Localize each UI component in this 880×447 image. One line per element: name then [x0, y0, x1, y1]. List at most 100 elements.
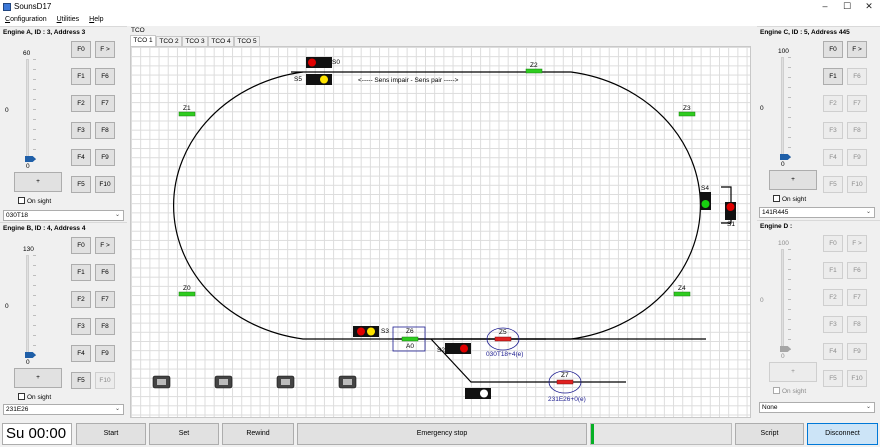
- tab-tco-4[interactable]: TCO 4: [208, 36, 234, 46]
- engine-a-fbutton[interactable]: F4: [71, 149, 91, 166]
- engine-d-select[interactable]: None ⌄: [759, 402, 875, 413]
- engine-a-fbutton[interactable]: F5: [71, 176, 91, 193]
- engine-d-fbutton[interactable]: F3: [823, 316, 843, 333]
- engine-b-fbutton[interactable]: F10: [95, 372, 115, 389]
- engine-c-fbutton[interactable]: F1: [823, 68, 843, 85]
- disconnect-button[interactable]: Disconnect: [807, 423, 878, 445]
- tab-tco-1[interactable]: TCO 1: [130, 35, 156, 46]
- engine-b-fbutton[interactable]: F6: [95, 264, 115, 281]
- tab-tco-5[interactable]: TCO 5: [234, 36, 260, 46]
- engine-b-fbutton[interactable]: F8: [95, 318, 115, 335]
- engine-b-fbutton[interactable]: F2: [71, 291, 91, 308]
- engine-c-fbutton[interactable]: F6: [847, 68, 867, 85]
- engine-d-fbutton[interactable]: F >: [847, 235, 867, 252]
- engine-icon: [152, 375, 357, 389]
- engine-c-fbutton[interactable]: F0: [823, 41, 843, 58]
- engine-c-fbutton[interactable]: F10: [847, 176, 867, 193]
- engine-b-slider-thumb[interactable]: [25, 352, 36, 358]
- engine-c-fbutton[interactable]: F4: [823, 149, 843, 166]
- rewind-button[interactable]: Rewind: [222, 423, 294, 445]
- engine-a-fbutton[interactable]: F1: [71, 68, 91, 85]
- engine-b-fbutton[interactable]: F3: [71, 318, 91, 335]
- engine-b-onsight-checkbox[interactable]: On sight: [18, 393, 51, 401]
- engine-a-fbutton[interactable]: F0: [71, 41, 91, 58]
- slider-tick: [33, 59, 36, 60]
- window-title: SounsD17: [14, 2, 52, 11]
- engine-a-set-button[interactable]: +: [14, 172, 62, 192]
- engine-d-fbutton[interactable]: F6: [847, 262, 867, 279]
- engine-a-fbutton[interactable]: F2: [71, 95, 91, 112]
- engine-c-fbutton[interactable]: F >: [847, 41, 867, 58]
- engine-a-fbutton[interactable]: F7: [95, 95, 115, 112]
- zone-z1-block: [178, 111, 196, 117]
- engine-a-fbutton[interactable]: F6: [95, 68, 115, 85]
- engine-d-fbutton[interactable]: F2: [823, 289, 843, 306]
- engine-a-onsight-checkbox[interactable]: On sight: [18, 197, 51, 205]
- emergency-stop-button[interactable]: Emergency stop: [297, 423, 587, 445]
- engine-c-select[interactable]: 141R445 ⌄: [759, 207, 875, 218]
- close-button[interactable]: ✕: [858, 0, 880, 14]
- engine-d-fbutton[interactable]: F8: [847, 316, 867, 333]
- menu-configuration[interactable]: Configuration: [5, 14, 47, 26]
- menu-help[interactable]: Help: [89, 14, 103, 26]
- engine-c-set-button[interactable]: +: [769, 170, 817, 190]
- minimize-button[interactable]: –: [814, 0, 836, 14]
- tab-tco-2[interactable]: TCO 2: [156, 36, 182, 46]
- zone-z1-label: Z1: [183, 105, 191, 112]
- tab-tco-3[interactable]: TCO 3: [182, 36, 208, 46]
- engine-d-fbutton[interactable]: F10: [847, 370, 867, 387]
- engine-b-fbutton[interactable]: F4: [71, 345, 91, 362]
- engine-d-slider-thumb[interactable]: [780, 346, 791, 352]
- engine-a-title: Engine A, ID : 3, Address 3: [3, 29, 86, 36]
- engine-d-max-label: 100: [778, 240, 789, 247]
- engine-c-onsight-checkbox[interactable]: On sight: [773, 195, 806, 203]
- engine-d-fbutton[interactable]: F7: [847, 289, 867, 306]
- engine-d-onsight-checkbox[interactable]: On sight: [773, 387, 806, 395]
- engine-c-fbutton[interactable]: F9: [847, 149, 867, 166]
- engine-c-fbutton[interactable]: F8: [847, 122, 867, 139]
- set-button[interactable]: Set: [149, 423, 219, 445]
- engine-d-fbutton[interactable]: F5: [823, 370, 843, 387]
- engine-b-fbutton[interactable]: F1: [71, 264, 91, 281]
- engine-c-fbutton[interactable]: F7: [847, 95, 867, 112]
- script-button[interactable]: Script: [735, 423, 804, 445]
- engine-d-fbutton[interactable]: F4: [823, 343, 843, 360]
- engine-d-fbutton[interactable]: F9: [847, 343, 867, 360]
- engine-a-fbutton[interactable]: F3: [71, 122, 91, 139]
- engine-c-fbutton[interactable]: F2: [823, 95, 843, 112]
- engine-b-set-button[interactable]: +: [14, 368, 62, 388]
- onsight-label: On sight: [27, 198, 52, 205]
- engine-d-fbutton[interactable]: F0: [823, 235, 843, 252]
- maximize-button[interactable]: ☐: [836, 0, 858, 14]
- engine-c-fbutton[interactable]: F3: [823, 122, 843, 139]
- engine-c-slider-thumb[interactable]: [780, 154, 791, 160]
- engine-a-select[interactable]: 030T18 ⌄: [3, 210, 124, 221]
- engine-d-speed-slider[interactable]: [781, 249, 784, 349]
- engine-b-select[interactable]: 231E26 ⌄: [3, 404, 124, 415]
- engine-c-fbutton[interactable]: F5: [823, 176, 843, 193]
- engine-a-fbutton[interactable]: F >: [95, 41, 115, 58]
- engine-d-fbutton[interactable]: F1: [823, 262, 843, 279]
- engine-a-fbutton[interactable]: F10: [95, 176, 115, 193]
- checkbox-box: [18, 393, 25, 400]
- zone-z6-block: [401, 336, 419, 342]
- engine-a-slider-thumb[interactable]: [25, 156, 36, 162]
- engine-b-fbutton[interactable]: F5: [71, 372, 91, 389]
- engine-a-speed-slider[interactable]: [26, 59, 29, 159]
- slider-tick: [33, 89, 36, 90]
- engine-c-min-label: 0: [781, 161, 785, 168]
- menu-utilities[interactable]: Utilities: [57, 14, 80, 26]
- signal-s1: [725, 202, 736, 220]
- engine-b-fbutton[interactable]: F9: [95, 345, 115, 362]
- engine-b-speed-slider[interactable]: [26, 255, 29, 355]
- engine-b-fbutton[interactable]: F7: [95, 291, 115, 308]
- engine-b-fbutton[interactable]: F >: [95, 237, 115, 254]
- engine-d-set-button[interactable]: +: [769, 362, 817, 382]
- track-canvas[interactable]: S0 S5 S3 S2 S4 S1 Z1 Z2 Z3 Z0 Z4 Z6 A0 Z…: [130, 46, 751, 418]
- engine-a-fbutton[interactable]: F8: [95, 122, 115, 139]
- engine-c-speed-slider[interactable]: [781, 57, 784, 157]
- engine-a-fbutton[interactable]: F9: [95, 149, 115, 166]
- slider-tick: [788, 289, 791, 290]
- engine-b-fbutton[interactable]: F0: [71, 237, 91, 254]
- start-button[interactable]: Start: [76, 423, 146, 445]
